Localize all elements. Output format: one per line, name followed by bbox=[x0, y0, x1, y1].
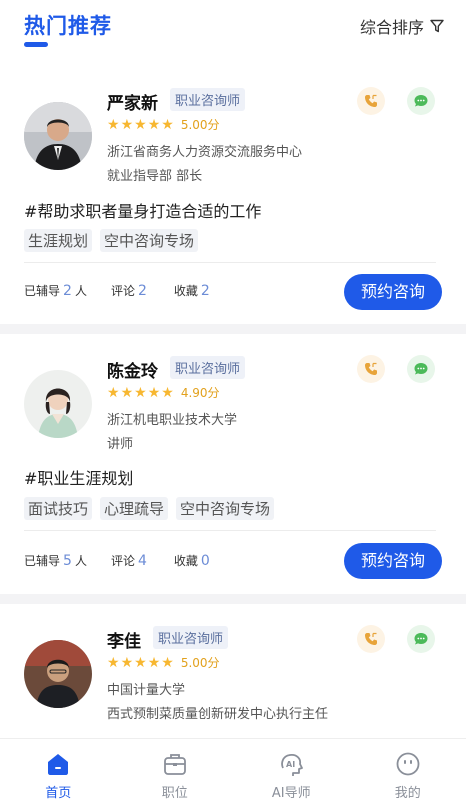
ai-head-icon: AI bbox=[281, 753, 304, 776]
tab-ai-mentor[interactable]: AI AI导师 bbox=[233, 739, 350, 808]
consultant-name: 陈金玲 bbox=[107, 362, 158, 382]
motto: #帮助求职者量身打造合适的工作 bbox=[24, 202, 262, 221]
guided-stat: 已辅导 5 人 bbox=[24, 553, 87, 569]
rating-score: 5.00分 bbox=[180, 656, 220, 670]
avatar bbox=[24, 102, 92, 170]
star-icon: ★ bbox=[161, 654, 174, 671]
organization: 浙江省商务人力资源交流服务中心 bbox=[107, 145, 303, 160]
consultant-card[interactable]: 严家新 职业咨询师 ★ ★ ★ ★ ★ 5.00分 浙江省商务人力资源交流服务中心 就业… bbox=[0, 70, 466, 324]
star-icon: ★ bbox=[107, 654, 120, 671]
star-icon: ★ bbox=[120, 384, 134, 401]
job-title: 讲师 bbox=[107, 437, 134, 452]
avatar bbox=[24, 640, 92, 708]
tag: 空中咨询专场 bbox=[176, 497, 275, 520]
rating-score: 5.00分 bbox=[180, 118, 220, 132]
comment-stat: 评论 4 bbox=[110, 553, 147, 569]
consultant-name: 李佳 bbox=[107, 632, 141, 652]
chat-icon bbox=[414, 363, 428, 375]
role-badge: 职业咨询师 bbox=[170, 356, 246, 379]
chat-button[interactable] bbox=[407, 355, 435, 383]
guided-stat: 已辅导 2 人 bbox=[24, 283, 87, 299]
chat-button[interactable] bbox=[407, 625, 435, 653]
chat-icon bbox=[414, 633, 428, 645]
phone-icon bbox=[365, 362, 377, 375]
card-gap bbox=[0, 324, 466, 334]
book-consultation-button[interactable]: 预约咨询 bbox=[344, 543, 442, 579]
chat-button[interactable] bbox=[407, 87, 435, 115]
rating: ★ ★ ★ ★ ★ 5.00分 bbox=[107, 654, 220, 671]
job-title: 就业指导部 部长 bbox=[107, 169, 203, 184]
chat-icon bbox=[414, 95, 428, 107]
sort-button[interactable]: 综合排序 bbox=[360, 14, 444, 38]
phone-button[interactable] bbox=[357, 87, 385, 115]
divider bbox=[24, 530, 436, 531]
star-icon: ★ bbox=[147, 116, 161, 133]
star-icon: ★ bbox=[161, 116, 174, 133]
stats-row: 已辅导 2 人 评论 2 收藏 2 bbox=[24, 282, 213, 299]
phone-button[interactable] bbox=[357, 355, 385, 383]
star-icon: ★ bbox=[161, 384, 174, 401]
star-icon: ★ bbox=[120, 116, 134, 133]
tab-label: 首页 bbox=[45, 786, 72, 801]
consultant-card[interactable]: 陈金玲 职业咨询师 ★ ★ ★ ★ ★ 4.90分 浙江机电职业技术大学 讲师 #职业生… bbox=[0, 334, 466, 594]
avatar bbox=[24, 370, 92, 438]
page-title: 热门推荐 bbox=[24, 14, 112, 38]
star-icon: ★ bbox=[134, 654, 147, 671]
tab-profile[interactable]: 我的 bbox=[350, 739, 466, 808]
tab-label: 职位 bbox=[161, 786, 188, 801]
phone-icon bbox=[365, 94, 377, 107]
star-icon: ★ bbox=[134, 116, 147, 133]
motto: #职业生涯规划 bbox=[24, 469, 134, 488]
tag: 生涯规划 bbox=[24, 229, 93, 252]
star-icon: ★ bbox=[107, 384, 120, 401]
smiley-icon bbox=[396, 752, 420, 776]
star-icon: ★ bbox=[107, 116, 120, 133]
consultant-name: 严家新 bbox=[107, 94, 158, 114]
book-consultation-button[interactable]: 预约咨询 bbox=[344, 274, 442, 310]
organization: 浙江机电职业技术大学 bbox=[107, 413, 238, 428]
comment-stat: 评论 2 bbox=[110, 283, 147, 299]
tag-list: 面试技巧 心理疏导 空中咨询专场 bbox=[24, 497, 275, 520]
bottom-tab-bar: 首页 职位 AI AI导师 我的 bbox=[0, 738, 466, 808]
tag: 空中咨询专场 bbox=[100, 229, 199, 252]
tag: 心理疏导 bbox=[100, 497, 169, 520]
role-badge: 职业咨询师 bbox=[170, 88, 246, 111]
favorite-stat: 收藏 0 bbox=[173, 553, 210, 569]
svg-text:AI: AI bbox=[286, 760, 295, 769]
briefcase-icon bbox=[163, 754, 186, 775]
organization: 中国计量大学 bbox=[107, 683, 186, 698]
star-icon: ★ bbox=[147, 384, 161, 401]
title-underline bbox=[24, 42, 48, 47]
filter-icon bbox=[430, 19, 444, 33]
phone-button[interactable] bbox=[357, 625, 385, 653]
star-icon: ★ bbox=[134, 384, 147, 401]
stats-row: 已辅导 5 人 评论 4 收藏 0 bbox=[24, 552, 213, 569]
star-icon: ★ bbox=[120, 654, 134, 671]
tab-label: AI导师 bbox=[271, 786, 311, 801]
tab-label: 我的 bbox=[394, 786, 421, 801]
page-header: 热门推荐 综合排序 bbox=[0, 0, 466, 62]
tab-jobs[interactable]: 职位 bbox=[117, 739, 234, 808]
tag: 面试技巧 bbox=[24, 497, 93, 520]
tag-list: 生涯规划 空中咨询专场 bbox=[24, 229, 199, 252]
card-gap bbox=[0, 594, 466, 604]
favorite-stat: 收藏 2 bbox=[173, 283, 210, 299]
consultant-card[interactable]: 李佳 职业咨询师 ★ ★ ★ ★ ★ 5.00分 中国计量大学 西式预制菜质量创新研发中… bbox=[0, 604, 466, 738]
rating: ★ ★ ★ ★ ★ 4.90分 bbox=[107, 384, 220, 401]
job-title: 西式预制菜质量创新研发中心执行主任 bbox=[107, 707, 329, 722]
star-icon: ★ bbox=[147, 654, 161, 671]
rating-score: 4.90分 bbox=[180, 386, 220, 400]
divider bbox=[24, 262, 436, 263]
sort-label: 综合排序 bbox=[359, 18, 424, 37]
tab-home[interactable]: 首页 bbox=[0, 739, 117, 808]
phone-icon bbox=[365, 632, 377, 645]
home-icon bbox=[48, 754, 69, 775]
role-badge: 职业咨询师 bbox=[153, 626, 229, 649]
rating: ★ ★ ★ ★ ★ 5.00分 bbox=[107, 116, 220, 133]
